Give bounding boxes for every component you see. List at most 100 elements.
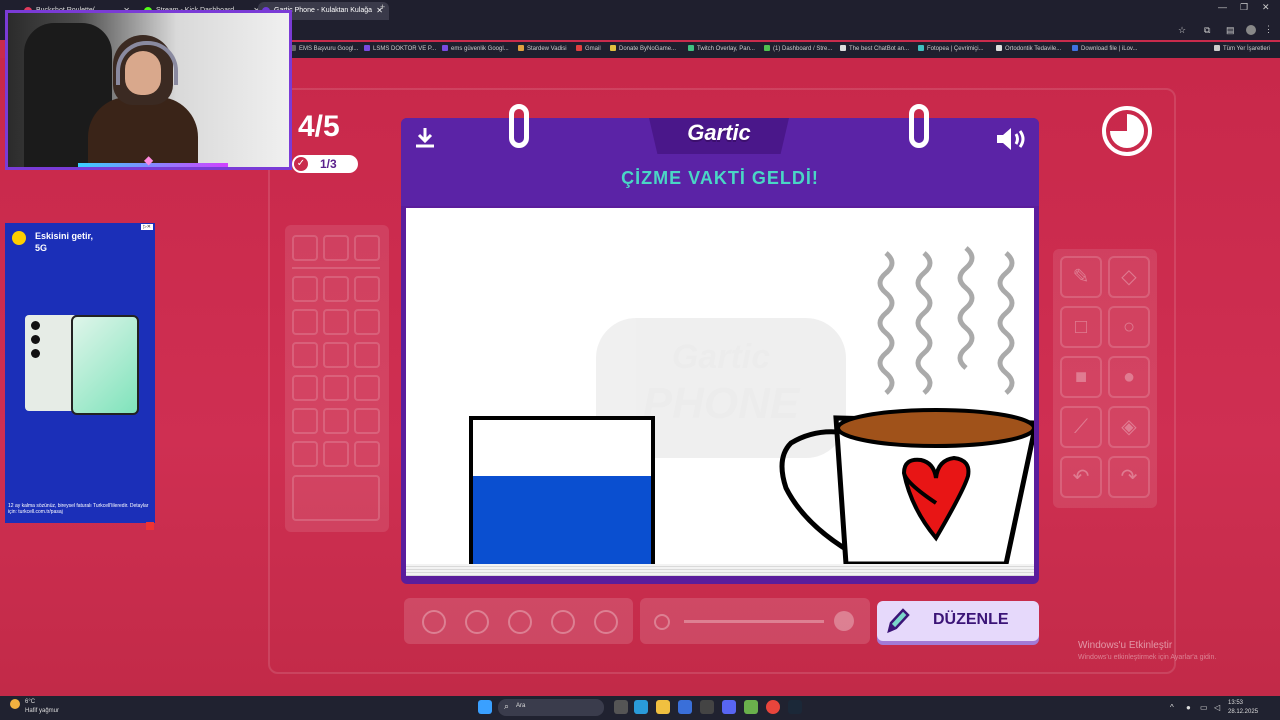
drawing-canvas[interactable]: Gartic PHONE bbox=[406, 208, 1034, 564]
ad-headline: Eskisini getir, 5G bbox=[35, 231, 94, 253]
slider-knob[interactable] bbox=[834, 611, 854, 631]
steam-icon[interactable] bbox=[788, 700, 802, 714]
rectangle-tool-icon[interactable]: □ bbox=[1060, 306, 1102, 348]
bookmark[interactable]: Gmail bbox=[576, 45, 601, 52]
color-swatch[interactable] bbox=[292, 276, 318, 302]
color-swatch[interactable] bbox=[354, 309, 380, 335]
bookmark[interactable]: Donate ByNoGame... bbox=[610, 45, 676, 52]
bookmark[interactable]: Ortodontik Tedavile... bbox=[996, 45, 1061, 52]
clock-date[interactable]: 28.12.2025 bbox=[1228, 709, 1258, 715]
bookmark[interactable]: Download file | iLov... bbox=[1072, 45, 1137, 52]
star-icon[interactable]: ☆ bbox=[1178, 25, 1186, 36]
bookmark[interactable]: Fotopea | Çevrimiçi... bbox=[918, 45, 984, 52]
start-icon[interactable] bbox=[478, 700, 492, 714]
color-swatch[interactable] bbox=[354, 441, 380, 467]
volume-tray-icon[interactable]: ◁ bbox=[1214, 703, 1220, 712]
brush-size-option[interactable] bbox=[508, 610, 532, 634]
chrome-icon[interactable] bbox=[766, 700, 780, 714]
bookmark[interactable]: The best ChatBot an... bbox=[840, 45, 909, 52]
tray-chevron-icon[interactable]: ^ bbox=[1170, 703, 1174, 712]
slider-track[interactable] bbox=[684, 620, 824, 623]
taskbar-search[interactable]: ⌕ Ara bbox=[498, 699, 604, 716]
minimize-icon[interactable]: — bbox=[1218, 2, 1227, 12]
bookmark[interactable]: ems güvenlik Googl... bbox=[442, 45, 509, 52]
volume-icon[interactable] bbox=[995, 126, 1027, 158]
color-swatch[interactable] bbox=[292, 235, 318, 261]
task-view-icon[interactable] bbox=[614, 700, 628, 714]
maximize-icon[interactable]: ❐ bbox=[1240, 2, 1248, 13]
filled-ellipse-tool-icon[interactable]: ● bbox=[1108, 356, 1150, 398]
color-swatch[interactable] bbox=[354, 375, 380, 401]
windows-taskbar: 6°C Hafif yağmur ⌕ Ara ^ ● ▭ ◁ 13:53 28.… bbox=[0, 696, 1280, 720]
color-swatch[interactable] bbox=[323, 235, 349, 261]
color-swatch[interactable] bbox=[354, 408, 380, 434]
color-swatch[interactable] bbox=[292, 309, 318, 335]
new-tab-button[interactable]: + bbox=[380, 2, 385, 12]
color-swatch[interactable] bbox=[292, 375, 318, 401]
pencil-tool-icon[interactable]: ✎ bbox=[1060, 256, 1102, 298]
ad-flag-icon[interactable] bbox=[146, 522, 154, 530]
color-swatch[interactable] bbox=[323, 408, 349, 434]
timer-icon bbox=[1102, 106, 1152, 156]
edit-button[interactable]: DÜZENLE bbox=[877, 601, 1039, 641]
round-counter: 4/5 bbox=[298, 110, 340, 143]
extensions-icon[interactable]: ⧉ bbox=[1204, 25, 1210, 36]
document-icon[interactable] bbox=[678, 700, 692, 714]
ad-fine-print: 12 ay kalma sözünüz, bireysel faturalı T… bbox=[8, 503, 149, 515]
color-swatch[interactable] bbox=[323, 375, 349, 401]
mic-icon[interactable]: ● bbox=[1186, 703, 1191, 712]
custom-color-swatch[interactable] bbox=[292, 475, 380, 521]
download-icon[interactable] bbox=[413, 126, 437, 156]
color-swatch[interactable] bbox=[292, 408, 318, 434]
discord-icon[interactable] bbox=[722, 700, 736, 714]
network-icon[interactable]: ▭ bbox=[1200, 703, 1208, 712]
svg-text:Gartic: Gartic bbox=[672, 338, 770, 376]
color-swatch[interactable] bbox=[323, 441, 349, 467]
bookmark[interactable]: Twitch Overlay, Pan... bbox=[688, 45, 755, 52]
opacity-slider bbox=[640, 598, 870, 644]
check-icon: ✓ bbox=[294, 157, 308, 171]
color-swatch[interactable] bbox=[292, 441, 318, 467]
water bbox=[473, 476, 651, 564]
clock-time[interactable]: 13:53 bbox=[1228, 700, 1243, 706]
brush-size-option[interactable] bbox=[465, 610, 489, 634]
color-swatch[interactable] bbox=[354, 276, 380, 302]
fill-bucket-icon[interactable]: ◈ bbox=[1108, 406, 1150, 448]
phone-front-image bbox=[71, 315, 139, 415]
close-window-icon[interactable]: ✕ bbox=[1262, 2, 1270, 13]
bookmark[interactable]: EMS Başvuru Googl... bbox=[290, 45, 358, 52]
color-swatch[interactable] bbox=[354, 235, 380, 261]
app-icon[interactable] bbox=[744, 700, 758, 714]
color-swatch[interactable] bbox=[323, 309, 349, 335]
phone-back-image bbox=[25, 315, 77, 411]
bookmark[interactable]: LSMS DOKTOR VE P... bbox=[364, 45, 436, 52]
ellipse-tool-icon[interactable]: ○ bbox=[1108, 306, 1150, 348]
color-swatch[interactable] bbox=[354, 342, 380, 368]
bookmark-folder[interactable]: Tüm Yer İşaretleri bbox=[1214, 45, 1270, 52]
edge-icon[interactable] bbox=[634, 700, 648, 714]
sidebar-icon[interactable]: ▤ bbox=[1226, 25, 1235, 36]
done-counter: ✓ 1/3 bbox=[292, 155, 358, 173]
color-swatch[interactable] bbox=[323, 342, 349, 368]
bookmark[interactable]: (1) Dashboard / Stre... bbox=[764, 45, 832, 52]
brush-size-option[interactable] bbox=[422, 610, 446, 634]
bookmarks-bar: EMS Başvuru Googl... LSMS DOKTOR VE P...… bbox=[290, 42, 1280, 58]
brush-size-option[interactable] bbox=[551, 610, 575, 634]
avatar[interactable] bbox=[1246, 25, 1256, 35]
color-swatch[interactable] bbox=[292, 342, 318, 368]
file-explorer-icon[interactable] bbox=[656, 700, 670, 714]
filled-rectangle-tool-icon[interactable]: ■ bbox=[1060, 356, 1102, 398]
redo-icon[interactable]: ↷ bbox=[1108, 456, 1150, 498]
undo-icon[interactable]: ↶ bbox=[1060, 456, 1102, 498]
app-icon[interactable] bbox=[700, 700, 714, 714]
bookmark[interactable]: Stardew Vadisi bbox=[518, 45, 567, 52]
weather-icon[interactable] bbox=[10, 699, 20, 709]
address-row: ☆ ⧉ ▤ ⋮ bbox=[290, 22, 1280, 40]
brush-size-option[interactable] bbox=[594, 610, 618, 634]
ad-choices-icon[interactable]: ▷✕ bbox=[140, 224, 153, 230]
eraser-tool-icon[interactable]: ◇ bbox=[1108, 256, 1150, 298]
menu-icon[interactable]: ⋮ bbox=[1264, 24, 1273, 35]
color-swatch[interactable] bbox=[323, 276, 349, 302]
ad-banner[interactable]: Eskisini getir, 5G ▷✕ 12 ay kalma sözünüz… bbox=[5, 223, 155, 523]
line-tool-icon[interactable]: ⟋ bbox=[1060, 406, 1102, 448]
